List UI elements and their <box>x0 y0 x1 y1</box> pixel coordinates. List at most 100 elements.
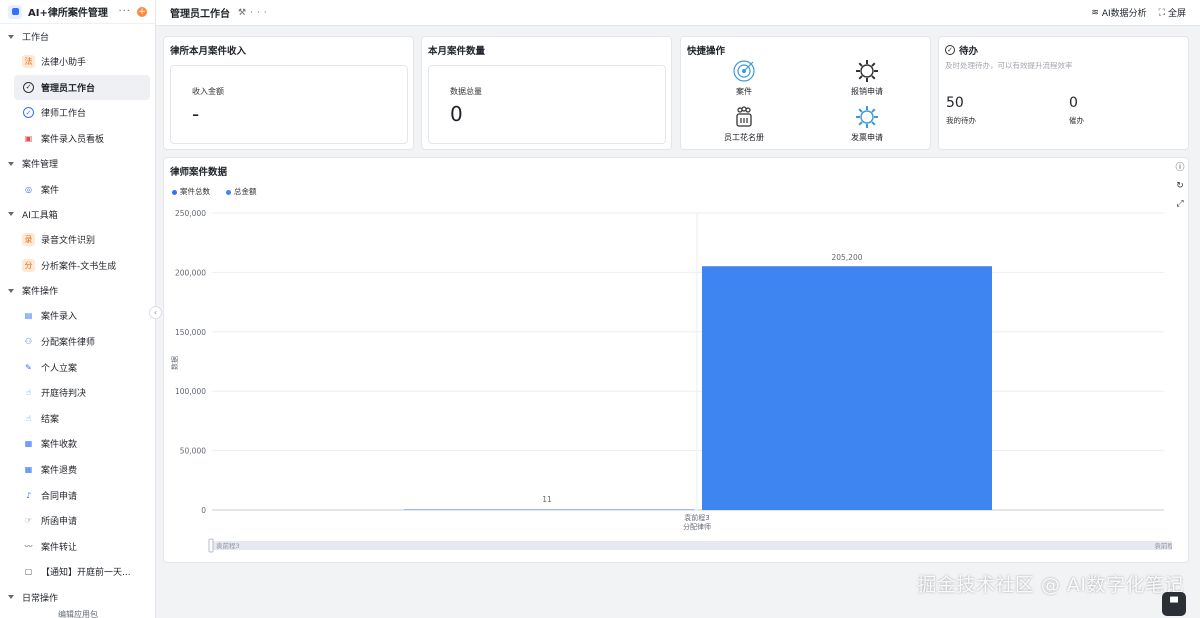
my-todo-count[interactable]: 50 <box>946 95 964 111</box>
sidebar-group[interactable]: 工作台 <box>0 24 155 49</box>
sidebar-item-label: 分析案件-文书生成 <box>41 261 117 272</box>
data-label-case-total: 11 <box>542 495 552 504</box>
sidebar-item-label: 法律小助手 <box>41 58 87 69</box>
sidebar-item[interactable]: ◎ 案件 <box>0 176 151 202</box>
expand-icon[interactable]: ⤢ <box>1174 198 1186 210</box>
sidebar-item[interactable]: ▣ 案件录入员看板 <box>0 126 151 152</box>
sidebar-item[interactable]: ☝ 结案 <box>0 406 151 432</box>
ai-analysis-button[interactable]: ≋ AI数据分析 <box>1091 6 1147 20</box>
sidebar-item-label: 案件退费 <box>41 466 78 477</box>
app-logo <box>8 4 22 19</box>
quick-case-button[interactable]: 案件 <box>714 59 774 97</box>
bar-case-total <box>404 509 694 510</box>
roster-icon <box>714 105 774 129</box>
app-header: AI+律所案件管理 ··· + <box>0 0 155 24</box>
bar-chart: 250,000 200,000 150,000 100,000 50,000 0 数据 11 2… <box>170 209 1172 553</box>
sidebar-group-label: AI工具箱 <box>22 210 58 221</box>
caret-down-icon <box>8 34 14 39</box>
sidebar-group-label: 工作台 <box>22 33 50 43</box>
chat-help-button[interactable]: ▀ <box>1162 592 1186 616</box>
y-tick-label: 250,000 <box>175 209 206 218</box>
todo-title: 待办 <box>959 46 979 57</box>
sidebar-item[interactable]: ✓ 管理员工作台 <box>14 74 150 101</box>
sidebar-item[interactable]: ✎ 个人立案 <box>0 354 151 380</box>
sidebar-item-icon: ▦ <box>24 439 33 449</box>
quick-reimburse-button[interactable]: 报销申请 <box>837 59 897 97</box>
x-tick-label: 袁前程3 <box>684 513 709 522</box>
info-icon[interactable]: ⓘ <box>1174 162 1186 174</box>
sidebar: AI+律所案件管理 ··· + 工作台法法律小助手 ✓ 管理员工作台 ✓ 律师工作台 ▣ 案… <box>0 0 156 618</box>
my-todo-label: 我的待办 <box>946 116 976 125</box>
quick-invoice-button[interactable]: 发票申请 <box>837 105 897 143</box>
y-tick-label: 100,000 <box>175 387 206 396</box>
sidebar-item[interactable]: ☝ 开庭待判决 <box>0 380 151 406</box>
sidebar-item[interactable]: ☞ 所函申请 <box>0 508 151 534</box>
quick-case-label: 案件 <box>736 87 752 96</box>
sidebar-item-label: 个人立案 <box>41 363 78 374</box>
sidebar-group[interactable]: 案件管理 <box>0 151 155 176</box>
more-icon[interactable]: ··· <box>118 6 131 17</box>
scroll-label-right: 袁前程3 <box>1154 541 1172 550</box>
y-tick-label: 50,000 <box>180 447 206 456</box>
sidebar-item[interactable]: 录录音文件识别 <box>0 227 151 253</box>
topbar: 管理员工作台 ⚒··· ≋ AI数据分析 ⛶ 全屏 <box>156 0 1200 26</box>
chart-scrollbar-handle-left[interactable] <box>208 538 214 553</box>
wrench-icon[interactable]: ⚒ <box>238 8 250 18</box>
sidebar-item[interactable]: ✓ 律师工作台 <box>0 100 151 126</box>
sidebar-item-label: 案件转让 <box>41 542 78 553</box>
page-title: 管理员工作台 <box>170 9 230 20</box>
sidebar-group[interactable]: 日常操作 <box>0 585 155 610</box>
sidebar-item[interactable]: 〰案件转让 <box>0 534 151 560</box>
fullscreen-button[interactable]: ⛶ 全屏 <box>1158 6 1186 20</box>
y-axis-label: 数据 <box>170 356 179 370</box>
sidebar-item-icon: ▦ <box>24 465 33 475</box>
sidebar-item[interactable]: 法法律小助手 <box>0 49 151 75</box>
quick-roster-button[interactable]: 员工花名册 <box>714 105 774 143</box>
y-tick-label: 0 <box>201 506 206 515</box>
more-icon[interactable]: ··· <box>250 8 271 18</box>
watermark: 掘金技术社区 @ AI数字化笔记 <box>917 574 1184 596</box>
app-title: AI+律所案件管理 <box>28 8 108 19</box>
chart-scrollbar-track[interactable] <box>210 541 1172 550</box>
scroll-label-left: 袁前程3 <box>216 541 240 550</box>
case-count-label: 数据总量 <box>450 87 482 96</box>
lawyer-case-chart-card: 律师案件数据 案件总数 总金额 ⓘ ↻ ⤢ 250,000 200,000 150,… <box>163 157 1189 563</box>
y-tick-label: 150,000 <box>175 328 206 337</box>
edit-app-package-link[interactable]: 编辑应用包 <box>0 608 155 618</box>
income-stat: 收入金额 - <box>170 65 408 144</box>
caret-down-icon <box>8 288 14 293</box>
todo-subtitle: 及时处理待办，可以有效提升流程效率 <box>945 61 1073 70</box>
x-axis-label: 分配律师 <box>683 522 711 531</box>
sidebar-item-icon: ☞ <box>24 516 33 526</box>
quick-roster-label: 员工花名册 <box>724 133 764 142</box>
income-card: 律所本月案件收入 收入金额 - <box>163 36 414 150</box>
sidebar-item-label: 律师工作台 <box>41 109 87 120</box>
sidebar-item[interactable]: ▦ 案件退费 <box>0 457 151 483</box>
ai-analysis-label: AI数据分析 <box>1101 9 1147 19</box>
sidebar-group[interactable]: AI工具箱 <box>0 202 155 227</box>
sidebar-item-icon: 〰 <box>24 541 33 551</box>
sidebar-item-label: 合同申请 <box>41 491 78 502</box>
income-label: 收入金额 <box>192 87 224 96</box>
sidebar-item[interactable]: ▦ 案件收款 <box>0 431 151 457</box>
sidebar-item[interactable]: ▤ 案件录入 <box>0 303 151 329</box>
sidebar-group[interactable]: 案件操作 <box>0 278 155 303</box>
caret-down-icon <box>8 212 14 217</box>
sidebar-item-label: 案件 <box>41 185 60 196</box>
sidebar-item-icon: ⚇ <box>24 337 33 347</box>
sidebar-item[interactable]: 分分析案件-文书生成 <box>0 253 151 279</box>
refresh-icon[interactable]: ↻ <box>1174 180 1186 192</box>
sidebar-item-label: 案件录入员看板 <box>41 135 105 146</box>
sidebar-item[interactable]: ⚇ 分配案件律师 <box>0 329 151 355</box>
target-icon <box>714 59 774 83</box>
urge-count[interactable]: 0 <box>1069 95 1078 111</box>
invoice-gear-icon <box>837 105 897 129</box>
sidebar-item[interactable]: ▢ 【通知】开庭前一天... <box>0 559 151 585</box>
sidebar-item[interactable]: ♪ 合同申请 <box>0 482 151 508</box>
sidebar-item-label: 开庭待判决 <box>41 389 87 400</box>
sidebar-item-icon: ☝ <box>26 413 31 423</box>
collapse-sidebar-icon[interactable]: ‹ <box>149 306 162 319</box>
quick-actions-title: 快捷操作 <box>687 46 726 57</box>
fullscreen-icon: ⛶ <box>1158 7 1165 18</box>
add-icon[interactable]: + <box>137 6 147 17</box>
